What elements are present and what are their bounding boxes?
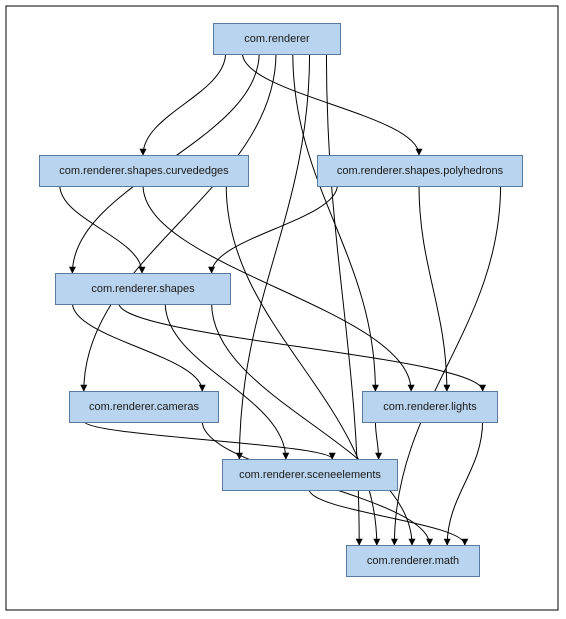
edge-lights-to-sceneelements xyxy=(375,421,378,459)
edge-cameras-to-sceneelements xyxy=(84,421,332,459)
node-renderer: com.renderer xyxy=(213,23,341,55)
node-cameras: com.renderer.cameras xyxy=(69,391,219,423)
node-label: com.renderer.cameras xyxy=(89,401,199,413)
edge-renderer-to-polyhedrons xyxy=(242,53,419,155)
node-label: com.renderer.shapes xyxy=(91,283,194,295)
edge-shapes-to-sceneelements xyxy=(165,303,286,459)
node-label: com.renderer.shapes.curvededges xyxy=(59,165,228,177)
edge-shapes-to-lights xyxy=(119,303,483,391)
edge-shapes-to-math xyxy=(212,303,412,545)
node-label: com.renderer xyxy=(244,33,309,45)
edge-renderer-to-lights xyxy=(293,53,376,391)
node-shapes-polyhedrons: com.renderer.shapes.polyhedrons xyxy=(317,155,523,187)
node-label: com.renderer.sceneelements xyxy=(239,469,381,481)
node-math: com.renderer.math xyxy=(346,545,480,577)
node-shapes-curvededges: com.renderer.shapes.curvededges xyxy=(39,155,249,187)
edge-renderer-to-curvededges xyxy=(143,53,226,155)
node-label: com.renderer.math xyxy=(367,555,459,567)
node-sceneelements: com.renderer.sceneelements xyxy=(222,459,398,491)
edge-sceneelements-to-math xyxy=(309,489,465,545)
node-label: com.renderer.lights xyxy=(383,401,477,413)
edge-curvededges-to-math xyxy=(226,185,377,545)
edge-lights-to-math xyxy=(447,421,482,545)
edge-polyhedrons-to-shapes xyxy=(212,185,338,273)
node-label: com.renderer.shapes.polyhedrons xyxy=(337,165,503,177)
node-shapes: com.renderer.shapes xyxy=(55,273,231,305)
edge-polyhedrons-to-math xyxy=(394,185,500,545)
dependency-diagram: com.renderer com.renderer.shapes.curvede… xyxy=(0,0,566,619)
edge-polyhedrons-to-lights xyxy=(419,185,447,391)
node-lights: com.renderer.lights xyxy=(362,391,498,423)
edges-layer xyxy=(0,0,566,619)
edge-curvededges-to-shapes xyxy=(60,185,142,273)
